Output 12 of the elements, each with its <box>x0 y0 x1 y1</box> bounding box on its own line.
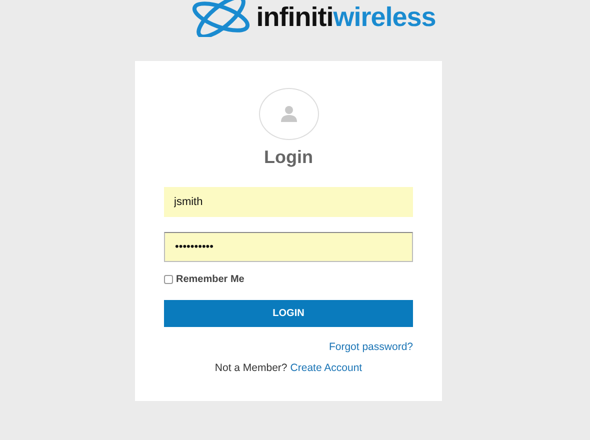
login-button[interactable]: LOGIN <box>164 300 413 327</box>
orbit-icon <box>190 0 252 37</box>
remember-label[interactable]: Remember Me <box>176 274 244 285</box>
password-field[interactable]: •••••••••• <box>164 232 413 262</box>
username-field[interactable]: jsmith <box>164 187 413 217</box>
user-icon <box>280 105 298 123</box>
remember-checkbox[interactable] <box>164 275 173 284</box>
login-title: Login <box>264 147 313 168</box>
create-account-link[interactable]: Create Account <box>290 362 362 374</box>
logo-text: infinitiwireless <box>256 1 436 33</box>
forgot-password-link[interactable]: Forgot password? <box>328 341 413 353</box>
signup-prompt: Not a Member? <box>214 362 288 374</box>
